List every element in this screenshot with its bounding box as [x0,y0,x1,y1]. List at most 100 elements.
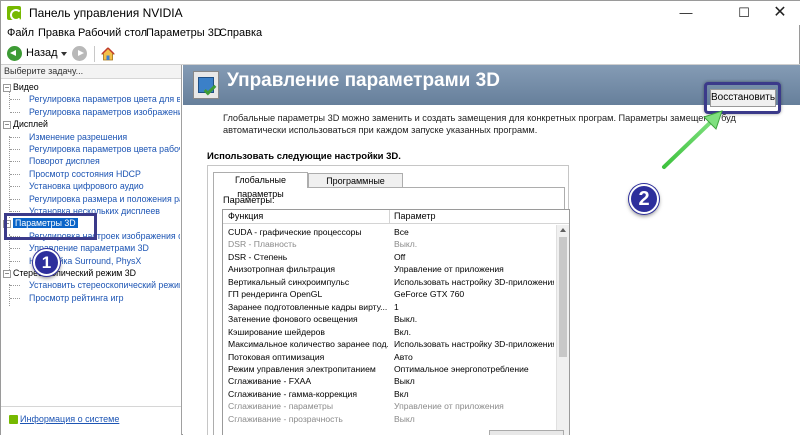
tree-task-link[interactable]: Регулировка параметров цвета рабочег [29,143,180,155]
tree-category[interactable]: − Дисплей [3,118,48,130]
annotation-highlight-3d-settings [4,213,97,240]
tree-task-label[interactable]: Регулировка параметров цвета рабочег [29,144,180,154]
grid-header: Функция Параметр [223,210,569,224]
collapse-toggle-icon[interactable]: − [3,269,11,278]
setting-value[interactable]: Выкл. [394,238,554,250]
tree-category-label[interactable]: Стереоскопический режим 3D [13,268,136,278]
tab-global-settings[interactable]: Глобальные параметры [213,172,308,199]
setting-row[interactable]: DSR - Степень Off [223,251,557,263]
tree-task-label[interactable]: Просмотр рейтинга игр [29,293,124,303]
close-button[interactable]: ✕ [757,1,800,25]
collapse-toggle-icon[interactable]: − [3,120,11,129]
tree-task-link[interactable]: Регулировка размера и положения рабо [29,193,180,205]
menu-desktop[interactable]: Рабочий стол [78,27,147,39]
setting-row[interactable]: Кэширование шейдеров Вкл. [223,326,557,338]
setting-value[interactable]: Выкл. [394,313,554,325]
tree-connector [10,211,20,212]
tree-category-label[interactable]: Видео [13,82,39,92]
tree-task-label[interactable]: Регулировка параметров цвета для вид [29,94,180,104]
setting-row[interactable]: Режим управления электропитанием Оптималь… [223,363,557,375]
tree-task-label[interactable]: Регулировка размера и положения рабо [29,194,180,204]
setting-value[interactable]: Авто [394,351,554,363]
menu-help[interactable]: Справка [219,27,262,39]
history-dropdown-icon[interactable] [61,52,67,56]
window-title: Панель управления NVIDIA [29,6,183,20]
tree-connector [10,260,20,262]
setting-row[interactable]: Сглаживание - параметры Управление от при… [223,400,557,412]
system-info-link[interactable]: Информация о системе [9,414,119,424]
tree-task-label[interactable]: Поворот дисплея [29,156,100,166]
grid-scrollbar[interactable] [556,225,569,435]
scroll-up-icon[interactable] [560,228,566,232]
forward-arrow-icon[interactable] [72,46,87,61]
menu-file[interactable]: Файл [7,27,34,39]
setting-value[interactable]: Использовать настройку 3D-приложения [394,338,554,350]
tab-program-settings[interactable]: Программные настройки [308,173,403,200]
setting-row[interactable]: Заранее подготовленные кадры вирту... 1 [223,301,557,313]
setting-row[interactable]: CUDA - графические процессоры Все [223,226,557,238]
setting-row[interactable]: Потоковая оптимизация Авто [223,351,557,363]
home-icon[interactable] [100,46,116,62]
setting-feature: Заранее подготовленные кадры вирту... [228,301,388,312]
tree-task-link[interactable]: Регулировка параметров изображения [29,106,180,118]
tree-task-link[interactable]: Регулировка параметров цвета для вид [29,93,180,105]
setting-row[interactable]: Сглаживание - гамма-коррекция Вкл [223,388,557,400]
setting-value[interactable]: Использовать настройку 3D-приложения [394,276,554,288]
tree-connector [10,111,20,113]
tree-task-link[interactable]: Просмотр рейтинга игр [29,292,124,304]
setting-row[interactable]: Анизотропная фильтрация Управление от при… [223,263,557,275]
minimize-button[interactable]: — [663,1,709,25]
column-header-feature[interactable]: Функция [228,210,263,223]
setting-value[interactable]: Все [394,226,554,238]
setting-value[interactable]: Управление от приложения [394,400,554,412]
tree-task-link[interactable]: Установка цифрового аудио [29,180,144,192]
setting-value[interactable]: Вкл. [394,326,554,338]
column-header-setting[interactable]: Параметр [394,210,436,223]
tree-task-label[interactable]: Изменение разрешения [29,132,127,142]
setting-row[interactable]: ГП рендеринга OpenGL GeForce GTX 760 [223,288,557,300]
setting-feature: Сглаживание - прозрачность [228,413,343,424]
setting-row[interactable]: DSR - Плавность Выкл. [223,238,557,250]
setting-feature: Анизотропная фильтрация [228,264,335,275]
setting-row[interactable]: Затенение фонового освещения Выкл. [223,313,557,325]
setting-row[interactable]: Сглаживание - прозрачность Выкл [223,413,557,425]
setting-value[interactable]: 1 [394,301,554,313]
back-button-label[interactable]: Назад [26,47,58,59]
setting-value[interactable]: Управление от приложения [394,263,554,275]
tree-category-label[interactable]: Дисплей [13,119,48,129]
tree-task-link[interactable]: Поворот дисплея [29,155,100,167]
setting-row[interactable]: Сглаживание - FXAA Выкл [223,375,557,387]
tree-connector [10,285,20,287]
tree-connector [10,173,20,175]
tree-task-label[interactable]: Установить стереоскопический режим 3 [29,280,180,290]
tree-connector [10,136,20,138]
partially-visible-button[interactable] [489,430,564,435]
setting-row[interactable]: Максимальное количество заранее под... Ис… [223,338,557,350]
setting-value[interactable]: Вкл [394,388,554,400]
scroll-thumb[interactable] [559,237,567,357]
tree-task-label[interactable]: Установка цифрового аудио [29,181,144,191]
tree-connector [9,284,10,306]
tree-category[interactable]: − Стереоскопический режим 3D [3,267,136,279]
tree-category[interactable]: − Видео [3,81,39,93]
setting-row[interactable]: Вертикальный синхроимпульс Использовать н… [223,276,557,288]
setting-value[interactable]: Off [394,251,554,263]
menu-edit[interactable]: Правка [38,27,75,39]
menu-bar: Файл Правка Рабочий стол Параметры 3D Сп… [1,25,800,43]
setting-value[interactable]: GeForce GTX 760 [394,288,554,300]
tree-task-link[interactable]: Изменение разрешения [29,131,127,143]
setting-value[interactable]: Выкл [394,375,554,387]
setting-feature: Потоковая оптимизация [228,351,325,362]
tree-task-label[interactable]: Просмотр состояния HDCP [29,169,141,179]
back-arrow-icon[interactable] [7,46,22,61]
system-info-label[interactable]: Информация о системе [20,414,119,424]
setting-value[interactable]: Выкл [394,413,554,425]
tree-task-link[interactable]: Просмотр состояния HDCP [29,168,141,180]
setting-value[interactable]: Оптимальное энергопотребление [394,363,554,375]
collapse-toggle-icon[interactable]: − [3,83,11,92]
menu-3d-settings[interactable]: Параметры 3D [146,27,222,39]
tree-task-label[interactable]: Регулировка параметров изображения [29,107,180,117]
tree-task-link[interactable]: Установить стереоскопический режим 3 [29,279,180,291]
title-bar: Панель управления NVIDIA — ☐ ✕ [1,1,800,25]
setting-feature: Затенение фонового освещения [228,314,358,325]
